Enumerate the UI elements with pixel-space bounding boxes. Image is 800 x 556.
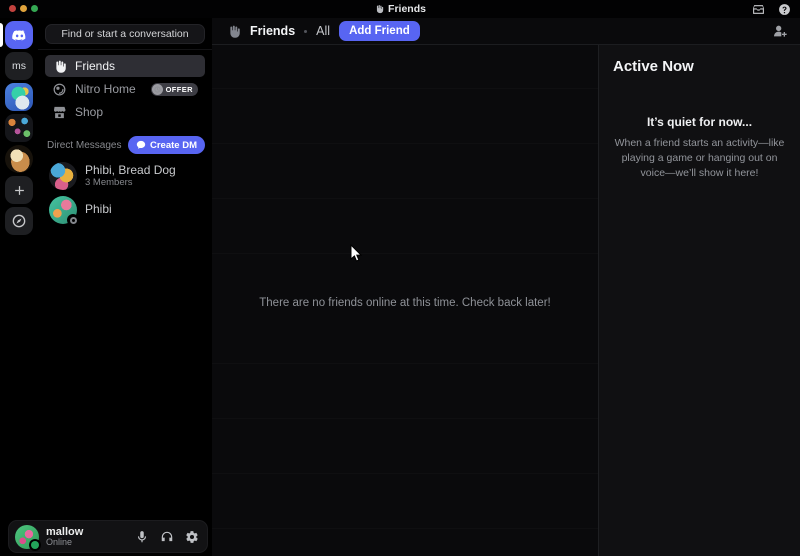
clock-icon	[152, 84, 163, 95]
discord-home-button[interactable]	[5, 21, 33, 49]
tab-all[interactable]: All	[316, 24, 330, 38]
explore-servers-button[interactable]	[5, 207, 33, 235]
search-conversation-button[interactable]: Find or start a conversation	[45, 24, 205, 44]
header-divider-dot	[304, 30, 307, 33]
help-icon[interactable]	[778, 3, 791, 16]
current-user-avatar[interactable]	[15, 525, 39, 549]
wave-hand-icon	[226, 24, 241, 39]
online-status-badge	[29, 539, 41, 551]
minimize-window-button[interactable]	[20, 5, 27, 12]
window-title-text: Friends	[388, 3, 426, 15]
add-server-button[interactable]	[5, 176, 33, 204]
sidebar-item-label: Shop	[75, 105, 103, 119]
offer-badge: OFFER	[151, 83, 198, 96]
current-user-info[interactable]: mallow Online	[46, 526, 83, 548]
header-friends-label: Friends	[250, 24, 295, 38]
dm-name: Phibi, Bread Dog	[85, 164, 176, 178]
inbox-icon[interactable]	[752, 3, 765, 16]
wave-hand-icon	[374, 4, 384, 14]
offline-status-badge	[67, 214, 79, 226]
dm-section-header[interactable]: Direct Messages	[47, 140, 121, 151]
sidebar-item-label: Nitro Home	[75, 82, 136, 96]
user-panel: mallow Online	[8, 520, 208, 553]
active-now-panel: Active Now It’s quiet for now... When a …	[598, 45, 800, 556]
window-controls	[9, 5, 38, 12]
friends-header: Friends All Add Friend	[212, 18, 800, 45]
sidebar-item-label: Friends	[75, 59, 115, 73]
group-dm-avatar	[49, 162, 77, 190]
window-title: Friends	[374, 3, 426, 15]
plus-icon	[12, 183, 27, 198]
server-button-collage-avatar[interactable]	[5, 114, 33, 142]
sidebar-item-nitro-home[interactable]: Nitro Home OFFER	[45, 78, 205, 100]
channel-sidebar: Find or start a conversation Friends Nit…	[38, 18, 212, 556]
server-initials: ms	[12, 60, 26, 72]
chat-bubble-icon	[136, 140, 146, 150]
username: mallow	[46, 526, 83, 538]
create-dm-button[interactable]: Create DM	[128, 136, 205, 154]
user-status: Online	[46, 538, 83, 548]
server-button-bread-avatar[interactable]	[5, 145, 33, 173]
dm-row-phibi[interactable]: Phibi	[45, 193, 205, 227]
settings-gear-icon[interactable]	[185, 530, 199, 544]
quiet-title: It’s quiet for now...	[613, 115, 786, 129]
wave-hand-icon	[52, 59, 67, 74]
close-window-button[interactable]	[9, 5, 16, 12]
titlebar: Friends	[0, 0, 800, 18]
dm-member-count: 3 Members	[85, 177, 176, 188]
shop-icon	[52, 105, 67, 120]
active-now-title: Active Now	[613, 58, 786, 75]
compass-icon	[11, 213, 27, 229]
new-group-dm-icon[interactable]	[772, 23, 788, 39]
friends-list-area: There are no friends online at this time…	[212, 45, 598, 556]
quiet-description: When a friend starts an activity—like pl…	[613, 136, 786, 182]
microphone-icon[interactable]	[135, 530, 149, 544]
server-button-ms[interactable]: ms	[5, 52, 33, 80]
headphones-icon[interactable]	[160, 530, 174, 544]
empty-state-text: There are no friends online at this time…	[212, 297, 598, 309]
server-button-bird-avatar[interactable]	[5, 83, 33, 111]
sidebar-item-shop[interactable]: Shop	[45, 101, 205, 123]
discord-logo-icon	[11, 27, 28, 44]
dm-name: Phibi	[85, 203, 112, 217]
server-rail: ms	[0, 18, 38, 556]
dm-row-group[interactable]: Phibi, Bread Dog 3 Members	[45, 159, 205, 193]
user-avatar	[49, 196, 77, 224]
search-label: Find or start a conversation	[61, 28, 188, 40]
add-friend-button[interactable]: Add Friend	[339, 21, 420, 41]
zoom-window-button[interactable]	[31, 5, 38, 12]
nitro-icon	[52, 82, 67, 97]
create-dm-label: Create DM	[150, 140, 197, 151]
offer-badge-label: OFFER	[166, 85, 193, 94]
selected-server-pill	[0, 23, 3, 47]
sidebar-item-friends[interactable]: Friends	[45, 55, 205, 77]
